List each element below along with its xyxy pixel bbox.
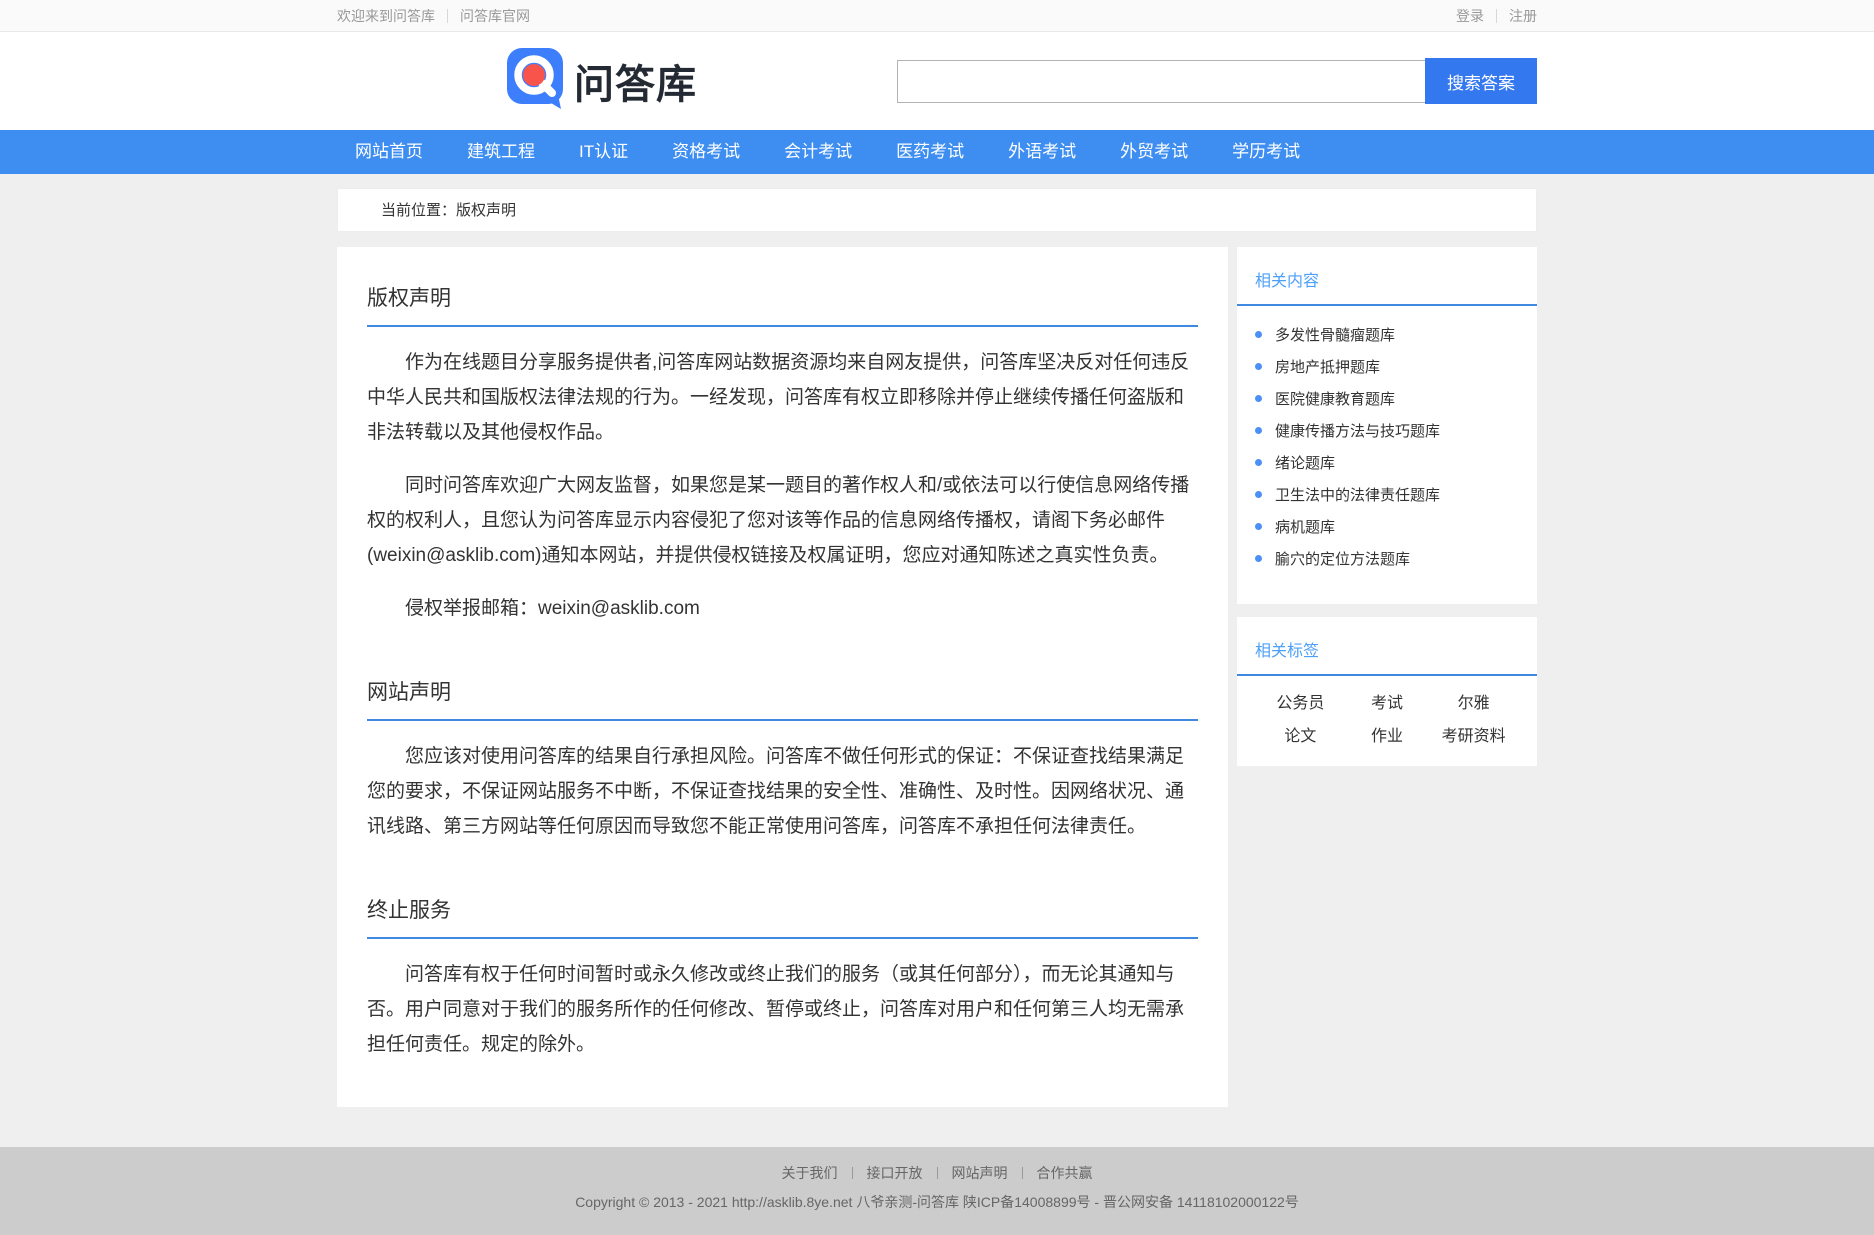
nav-item-foreign-language[interactable]: 外语考试 [1008,130,1076,174]
related-content-title: 相关内容 [1237,247,1537,306]
related-item[interactable]: 卫生法中的法律责任题库 [1255,484,1519,505]
section-copyright: 版权声明 作为在线题目分享服务提供者,问答库网站数据资源均来自网友提供，问答库坚… [367,282,1198,626]
divider [1022,1167,1023,1179]
main-navbar: 网站首页 建筑工程 IT认证 资格考试 会计考试 医药考试 外语考试 外贸考试 … [0,130,1874,174]
section-heading-site-statement: 网站声明 [367,676,1198,721]
nav-item-qualification[interactable]: 资格考试 [672,130,740,174]
tag-grid: 公务员 考试 尔雅 论文 作业 考研资料 [1237,676,1537,766]
divider [937,1167,938,1179]
related-item-label: 卫生法中的法律责任题库 [1275,484,1440,505]
section-site-statement: 网站声明 您应该对使用问答库的结果自行承担风险。问答库不做任何形式的保证：不保证… [367,676,1198,844]
nav-item-accounting[interactable]: 会计考试 [784,130,852,174]
footer-link-statement[interactable]: 网站声明 [952,1163,1008,1183]
paragraph: 同时问答库欢迎广大网友监督，如果您是某一题目的著作权人和/或依法可以行使信息网络… [367,468,1198,573]
nav-item-construction[interactable]: 建筑工程 [467,130,535,174]
login-link[interactable]: 登录 [1456,6,1484,26]
page: 欢迎来到问答库 问答库官网 登录 注册 [0,0,1874,1235]
search-button[interactable]: 搜索答案 [1425,58,1537,104]
sidebar: 相关内容 多发性骨髓瘤题库 房地产抵押题库 医院健康教育题库 健康传播方法与技巧… [1237,247,1537,766]
topbar-left: 欢迎来到问答库 问答库官网 [337,6,530,26]
report-email-line: 侵权举报邮箱：weixin@asklib.com [367,591,1198,626]
topbar: 欢迎来到问答库 问答库官网 登录 注册 [0,0,1874,32]
topbar-right: 登录 注册 [1456,6,1537,26]
related-item-label: 病机题库 [1275,516,1335,537]
related-content-box: 相关内容 多发性骨髓瘤题库 房地产抵押题库 医院健康教育题库 健康传播方法与技巧… [1237,247,1537,604]
header: 问答库 搜索答案 [0,32,1874,130]
related-item[interactable]: 绪论题库 [1255,452,1519,473]
related-item[interactable]: 多发性骨髓瘤题库 [1255,324,1519,345]
paragraph: 您应该对使用问答库的结果自行承担风险。问答库不做任何形式的保证：不保证查找结果满… [367,739,1198,844]
logo-q-icon [507,47,564,115]
main-area: 版权声明 作为在线题目分享服务提供者,问答库网站数据资源均来自网友提供，问答库坚… [337,247,1537,1107]
related-item-label: 绪论题库 [1275,452,1335,473]
breadcrumb-current: 版权声明 [456,202,516,219]
divider [1496,9,1497,23]
copyright-text: Copyright © 2013 - 2021 http://asklib.8y… [0,1192,1874,1212]
related-item[interactable]: 房地产抵押题库 [1255,356,1519,377]
related-item[interactable]: 医院健康教育题库 [1255,388,1519,409]
tag-link[interactable]: 论文 [1257,722,1344,746]
bullet-dot-icon [1255,395,1262,402]
bullet-dot-icon [1255,331,1262,338]
article-content: 版权声明 作为在线题目分享服务提供者,问答库网站数据资源均来自网友提供，问答库坚… [337,247,1228,1107]
divider [447,9,448,23]
footer-link-api[interactable]: 接口开放 [867,1163,923,1183]
bullet-dot-icon [1255,427,1262,434]
section-heading-copyright: 版权声明 [367,282,1198,327]
footer-links: 关于我们 接口开放 网站声明 合作共赢 [0,1163,1874,1183]
breadcrumb-bar: 当前位置：版权声明 [337,188,1537,232]
bullet-dot-icon [1255,555,1262,562]
breadcrumb-label: 当前位置： [381,202,456,219]
nav-item-foreign-trade[interactable]: 外贸考试 [1120,130,1188,174]
footer-link-cooperation[interactable]: 合作共赢 [1037,1163,1093,1183]
related-item-label: 房地产抵押题库 [1275,356,1380,377]
register-link[interactable]: 注册 [1509,6,1537,26]
nav-item-it-cert[interactable]: IT认证 [579,130,628,174]
bullet-dot-icon [1255,363,1262,370]
tag-link[interactable]: 考试 [1344,689,1431,713]
related-item-label: 医院健康教育题库 [1275,388,1395,409]
related-item[interactable]: 病机题库 [1255,516,1519,537]
section-termination: 终止服务 问答库有权于任何时间暂时或永久修改或终止我们的服务（或其任何部分），而… [367,894,1198,1062]
site-home-link[interactable]: 问答库官网 [460,6,530,26]
nav-item-home[interactable]: 网站首页 [355,130,423,174]
tag-link[interactable]: 尔雅 [1430,689,1517,713]
tag-link[interactable]: 公务员 [1257,689,1344,713]
section-heading-termination: 终止服务 [367,894,1198,939]
bullet-dot-icon [1255,523,1262,530]
tag-link[interactable]: 作业 [1344,722,1431,746]
bullet-dot-icon [1255,491,1262,498]
footer-link-about[interactable]: 关于我们 [782,1163,838,1183]
related-item-label: 健康传播方法与技巧题库 [1275,420,1440,441]
nav-item-academic[interactable]: 学历考试 [1232,130,1300,174]
related-item[interactable]: 腧穴的定位方法题库 [1255,548,1519,569]
tag-link[interactable]: 考研资料 [1430,722,1517,746]
logo-text: 问答库 [574,52,697,110]
related-content-list: 多发性骨髓瘤题库 房地产抵押题库 医院健康教育题库 健康传播方法与技巧题库 绪论… [1237,306,1537,604]
search-input[interactable] [897,60,1425,103]
nav-item-medical[interactable]: 医药考试 [896,130,964,174]
related-tags-title: 相关标签 [1237,617,1537,676]
search-bar: 搜索答案 [897,58,1537,104]
related-item-label: 腧穴的定位方法题库 [1275,548,1410,569]
footer: 关于我们 接口开放 网站声明 合作共赢 Copyright © 2013 - 2… [0,1147,1874,1235]
welcome-text: 欢迎来到问答库 [337,6,435,26]
related-item-label: 多发性骨髓瘤题库 [1275,324,1395,345]
related-item[interactable]: 健康传播方法与技巧题库 [1255,420,1519,441]
bullet-dot-icon [1255,459,1262,466]
related-tags-box: 相关标签 公务员 考试 尔雅 论文 作业 考研资料 [1237,617,1537,766]
paragraph: 问答库有权于任何时间暂时或永久修改或终止我们的服务（或其任何部分），而无论其通知… [367,957,1198,1062]
logo[interactable]: 问答库 [507,47,697,115]
paragraph: 作为在线题目分享服务提供者,问答库网站数据资源均来自网友提供，问答库坚决反对任何… [367,345,1198,450]
divider [852,1167,853,1179]
